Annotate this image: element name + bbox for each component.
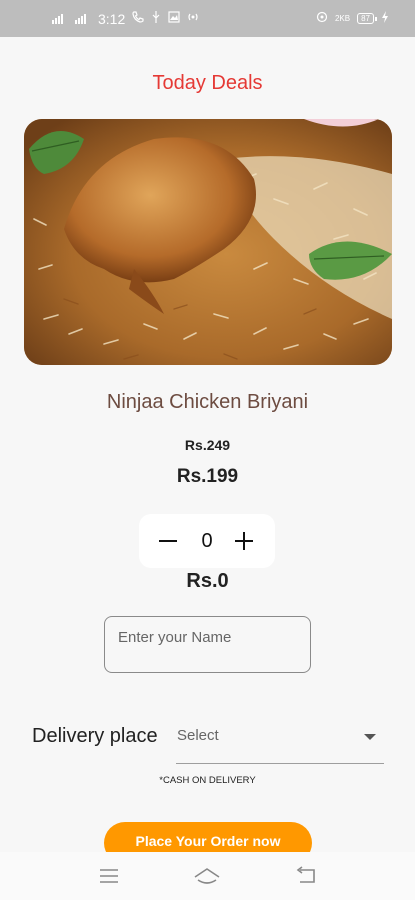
total-price: Rs.0 xyxy=(186,570,229,592)
name-input[interactable] xyxy=(104,616,311,673)
menu-icon[interactable] xyxy=(89,856,129,896)
usb-icon xyxy=(151,11,161,26)
signal-icon-2 xyxy=(75,12,91,26)
biryani-photo-icon xyxy=(24,119,392,365)
quantity-stepper: 0 xyxy=(139,514,275,568)
system-nav-bar xyxy=(0,852,415,900)
plus-icon[interactable] xyxy=(235,531,255,551)
biryani-image xyxy=(24,119,392,365)
image-notification-icon xyxy=(168,11,180,26)
status-bar: 3:12 2KB 87 xyxy=(0,0,415,37)
quantity-value: 0 xyxy=(201,529,213,552)
dish-name: Ninjaa Chicken Briyani xyxy=(106,391,309,413)
status-time: 3:12 xyxy=(98,10,126,27)
charging-icon xyxy=(381,11,389,26)
signal-icon xyxy=(52,12,68,26)
delivery-place-label: Delivery place xyxy=(32,725,158,747)
broadcast-icon xyxy=(187,11,199,26)
phone-icon xyxy=(132,11,144,26)
battery-icon: 87 xyxy=(357,13,377,24)
status-left: 3:12 xyxy=(52,11,199,27)
home-icon[interactable] xyxy=(187,856,227,896)
delivery-place-select[interactable]: Select xyxy=(176,715,384,764)
location-icon xyxy=(316,11,328,26)
payment-note: *CASH ON DELIVERY xyxy=(159,775,256,786)
delivery-select-value: Select xyxy=(177,727,219,744)
price: Rs.199 xyxy=(176,466,239,487)
speed-indicator: 2KB xyxy=(334,14,351,23)
status-right: 2KB 87 xyxy=(316,11,389,26)
minus-icon[interactable] xyxy=(159,531,179,551)
back-icon[interactable] xyxy=(286,856,326,896)
page-title: Today Deals xyxy=(152,72,263,94)
old-price: Rs.249 xyxy=(184,437,231,453)
dropdown-arrow-icon xyxy=(364,734,376,740)
